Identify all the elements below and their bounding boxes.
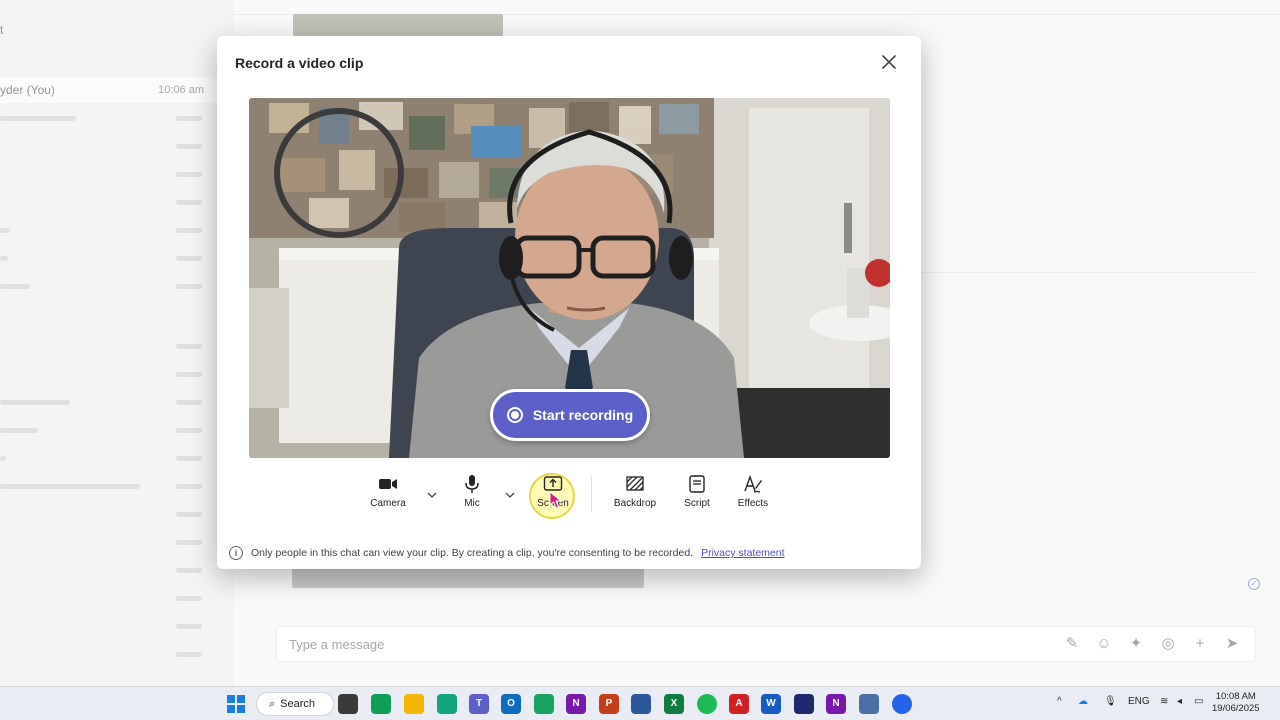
task-view-icon[interactable] <box>338 694 358 714</box>
backdrop-icon <box>626 476 644 491</box>
consent-text: Only people in this chat can view your c… <box>251 547 694 559</box>
edge-icon[interactable] <box>534 694 554 714</box>
start-button[interactable] <box>227 695 245 713</box>
clock-time: 10:08 AM <box>1215 691 1256 702</box>
consent-notice: i Only people in this chat can view your… <box>229 546 785 560</box>
camera-label: Camera <box>370 498 406 509</box>
effects-pen-icon <box>744 474 762 493</box>
mic-label: Mic <box>464 498 480 509</box>
teams-icon[interactable]: T <box>469 694 489 714</box>
acrobat-icon[interactable]: A <box>729 694 749 714</box>
camera-toggle-button[interactable]: Camera <box>367 474 409 514</box>
close-button[interactable] <box>877 50 901 74</box>
start-recording-label: Start recording <box>532 407 634 423</box>
chevron-up-icon[interactable]: ^ <box>1057 696 1062 707</box>
camera-options-chevron-down-icon[interactable] <box>425 488 439 502</box>
effects-button[interactable]: Effects <box>735 474 771 514</box>
app-icon[interactable] <box>794 694 814 714</box>
widgets-icon[interactable] <box>371 694 391 714</box>
script-icon <box>689 475 705 493</box>
record-icon <box>506 407 523 423</box>
toolbar-divider <box>591 476 592 512</box>
spotify-icon[interactable] <box>697 694 717 714</box>
speaker-icon[interactable]: ◂ <box>1177 696 1182 707</box>
windows-taskbar: ⌕ Search T O N P X A W N ^ ☁ 🎙 ENG ≋ ◂ ▭… <box>0 686 1280 720</box>
app-icon[interactable] <box>631 694 651 714</box>
onedrive-icon[interactable]: ☁ <box>1078 696 1088 707</box>
backdrop-label: Backdrop <box>613 498 657 509</box>
battery-icon[interactable]: ▭ <box>1194 696 1203 707</box>
effects-label: Effects <box>737 498 769 509</box>
record-video-dialog: Record a video clip Start recording Came… <box>217 36 921 569</box>
word-icon[interactable]: W <box>761 694 781 714</box>
script-label: Script <box>684 498 710 509</box>
onenote-icon[interactable]: N <box>566 694 586 714</box>
microphone-icon <box>465 475 479 493</box>
app-icon[interactable] <box>437 694 457 714</box>
start-recording-button[interactable]: Start recording <box>490 389 650 441</box>
video-camera-icon <box>379 479 397 489</box>
mic-toggle-button[interactable]: Mic <box>457 474 487 514</box>
windows-logo-icon <box>227 705 235 713</box>
outlook-icon[interactable]: O <box>501 694 521 714</box>
wifi-icon[interactable]: ≋ <box>1160 696 1168 707</box>
search-label: Search <box>280 698 316 710</box>
windows-logo-icon <box>227 695 235 703</box>
privacy-statement-link[interactable]: Privacy statement <box>701 547 784 559</box>
mic-options-chevron-down-icon[interactable] <box>503 488 517 502</box>
excel-icon[interactable]: X <box>664 694 684 714</box>
powerpoint-icon[interactable]: P <box>599 694 619 714</box>
microphone-icon[interactable]: 🎙 <box>1104 696 1117 707</box>
mouse-cursor-icon <box>549 491 563 509</box>
search-icon: ⌕ <box>269 697 276 710</box>
taskbar-search[interactable]: ⌕ Search <box>256 692 334 716</box>
language-indicator[interactable]: ENG <box>1128 696 1150 707</box>
script-button[interactable]: Script <box>681 474 713 514</box>
backdrop-button[interactable]: Backdrop <box>611 474 659 514</box>
dialog-title: Record a video clip <box>235 55 364 71</box>
camera-preview: Start recording <box>249 98 890 458</box>
windows-logo-icon <box>237 695 245 703</box>
file-explorer-icon[interactable] <box>404 694 424 714</box>
info-icon: i <box>229 546 243 560</box>
system-clock[interactable]: 10:08 AM 19/06/2025 <box>1212 691 1260 715</box>
close-icon <box>882 55 896 69</box>
onenote-icon[interactable]: N <box>826 694 846 714</box>
windows-logo-icon <box>237 705 245 713</box>
clock-date: 19/06/2025 <box>1212 703 1260 714</box>
calculator-icon[interactable] <box>859 694 879 714</box>
app-icon[interactable] <box>892 694 912 714</box>
